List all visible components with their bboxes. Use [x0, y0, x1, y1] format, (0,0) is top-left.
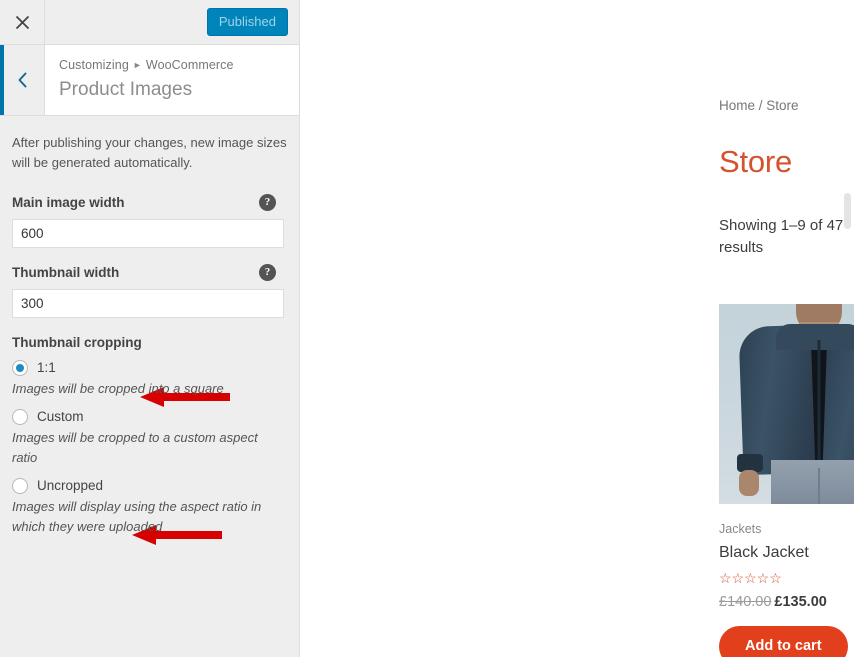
- breadcrumb-section[interactable]: WooCommerce: [146, 58, 234, 72]
- customizer-sidebar: Published Customizing ► WooCommerce Produc…: [0, 0, 300, 657]
- main-image-width-input[interactable]: [12, 219, 284, 248]
- radio-option-1to1[interactable]: 1:1: [12, 359, 287, 377]
- breadcrumb-separator-icon: ►: [132, 60, 142, 70]
- store-page: Home / Store Store Showing 1–9 of 47 res…: [300, 0, 854, 657]
- thumbnail-cropping-radio-group: 1:1 Images will be cropped into a square…: [12, 359, 287, 537]
- close-icon[interactable]: [0, 0, 45, 44]
- product-price: £140.00 £135.00: [719, 592, 854, 612]
- radio-uncropped-label: Uncropped: [37, 478, 104, 493]
- product-card[interactable]: Sale! Jackets Black Jacket ☆☆☆☆☆ £140.00…: [719, 304, 854, 657]
- radio-1to1-control[interactable]: [12, 360, 28, 376]
- radio-option-custom[interactable]: Custom: [12, 408, 287, 426]
- customizer-screen: Published Customizing ► WooCommerce Produc…: [0, 0, 854, 657]
- field-thumbnail-width: Thumbnail width ?: [12, 264, 287, 545]
- radio-1to1-label: 1:1: [37, 360, 56, 375]
- product-price-original: £140.00: [719, 594, 772, 610]
- radio-custom-label: Custom: [37, 409, 84, 424]
- product-grid: Sale! Jackets Black Jacket ☆☆☆☆☆ £140.00…: [719, 304, 854, 657]
- customizer-controls: After publishing your changes, new image…: [0, 116, 299, 657]
- field-main-image-width: Main image width ?: [12, 194, 287, 407]
- product-image-artwork: [719, 304, 854, 504]
- radio-custom-description: Images will be cropped to a custom aspec…: [12, 430, 258, 465]
- main-image-width-label: Main image width: [12, 195, 125, 210]
- product-title[interactable]: Black Jacket: [719, 543, 854, 563]
- product-price-current: £135.00: [774, 594, 827, 610]
- site-preview-frame: Home / Store Store Showing 1–9 of 47 res…: [300, 0, 854, 657]
- help-circle-icon[interactable]: ?: [259, 264, 276, 281]
- radio-custom-control[interactable]: [12, 409, 28, 425]
- page-title: Product Images: [59, 79, 193, 100]
- black-jacket-photo[interactable]: Sale!: [719, 304, 854, 504]
- help-circle-icon[interactable]: ?: [259, 194, 276, 211]
- store-page-title: Store: [719, 144, 793, 179]
- breadcrumb-parent[interactable]: Customizing: [59, 58, 129, 72]
- star-rating-icon: ☆☆☆☆☆: [719, 570, 782, 586]
- publish-button[interactable]: Published: [206, 8, 288, 36]
- add-to-cart-button[interactable]: Add to cart: [719, 626, 848, 657]
- thumbnail-width-input[interactable]: [12, 289, 284, 318]
- breadcrumb: Customizing ► WooCommerce: [59, 57, 299, 74]
- radio-option-uncropped[interactable]: Uncropped: [12, 477, 287, 495]
- panel-description: After publishing your changes, new image…: [12, 135, 287, 170]
- store-breadcrumb[interactable]: Home / Store: [719, 96, 854, 116]
- customizer-topbar: Published: [0, 0, 299, 45]
- result-count: Showing 1–9 of 47 results: [719, 217, 844, 256]
- thumbnail-cropping-label: Thumbnail cropping: [12, 335, 142, 350]
- radio-uncropped-description: Images will display using the aspect rat…: [12, 499, 262, 534]
- field-thumbnail-cropping: Thumbnail cropping 1:1 Images will be cr…: [12, 334, 287, 537]
- preview-scrollbar[interactable]: [844, 193, 851, 229]
- customizer-panel-header: Customizing ► WooCommerce Product Images: [0, 45, 299, 116]
- radio-1to1-description: Images will be cropped into a square: [12, 381, 224, 396]
- radio-uncropped-control[interactable]: [12, 478, 28, 494]
- back-chevron-icon[interactable]: [0, 45, 45, 115]
- product-category[interactable]: Jackets: [719, 520, 854, 538]
- thumbnail-width-label: Thumbnail width: [12, 265, 120, 280]
